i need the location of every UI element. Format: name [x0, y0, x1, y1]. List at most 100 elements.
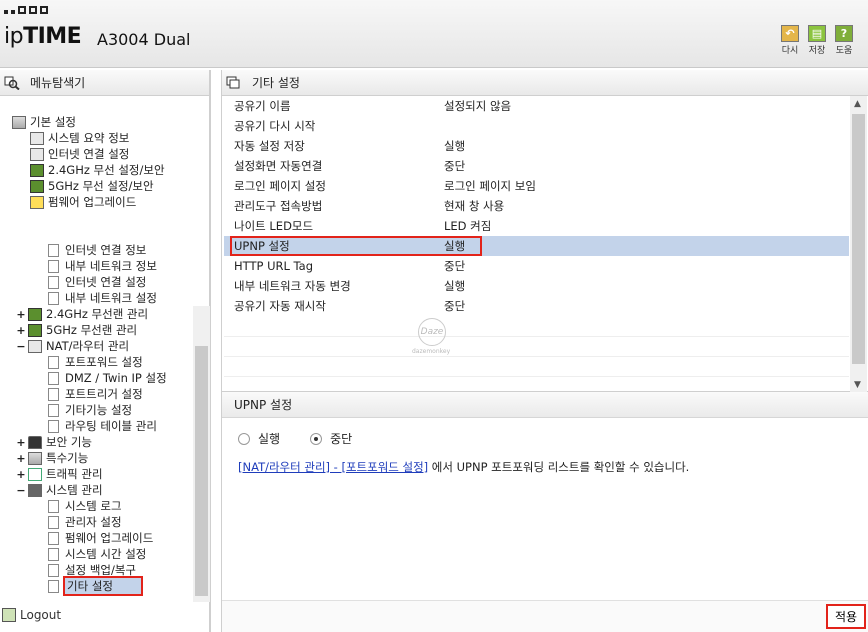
menu-backup-restore[interactable]: 설정 백업/복구: [48, 562, 136, 578]
menu-firmware-upgrade-2[interactable]: 펌웨어 업그레이드: [48, 530, 153, 546]
setting-row[interactable]: 자동 설정 저장 실행: [224, 136, 849, 156]
menu-misc-functions[interactable]: 기타기능 설정: [48, 402, 132, 418]
expand-icon[interactable]: +: [16, 468, 26, 481]
setting-value: 중단: [444, 259, 466, 273]
menu-system-time[interactable]: 시스템 시간 설정: [48, 546, 146, 562]
upnp-off-radio[interactable]: 중단: [310, 430, 352, 447]
menu-system-summary[interactable]: 시스템 요약 정보: [30, 130, 129, 146]
setting-key: 공유기 다시 시작: [234, 119, 316, 133]
upnp-on-radio[interactable]: 실행: [238, 430, 280, 447]
setting-row[interactable]: 나이트 LED모드 LED 켜짐: [224, 216, 849, 236]
logo-mark: [4, 6, 48, 14]
undo-button[interactable]: ↶ 다시: [778, 25, 802, 56]
radio-dot[interactable]: [238, 432, 250, 445]
doc-icon: [48, 355, 59, 369]
undo-icon: ↶: [781, 25, 799, 42]
setting-row[interactable]: 공유기 이름 설정되지 않음: [224, 96, 849, 116]
menu-label: 기타기능 설정: [65, 403, 133, 417]
save-button[interactable]: ▤ 저장: [805, 25, 829, 56]
menu-wifi5-setup[interactable]: 5GHz 무선 설정/보안: [30, 178, 154, 194]
menu-label: 내부 네트워크 설정: [65, 291, 157, 305]
expand-icon[interactable]: +: [16, 308, 26, 321]
menu-label: 5GHz 무선랜 관리: [46, 323, 138, 337]
menu-label: 인터넷 연결 정보: [65, 243, 147, 257]
menu-label: 시스템 관리: [46, 483, 103, 497]
monitor-icon: [30, 131, 44, 145]
menu-misc-settings[interactable]: 기타 설정: [48, 576, 143, 596]
watermark-label: dazemonkey: [412, 348, 451, 355]
menu-label: 포트트리거 설정: [65, 387, 143, 401]
logout-link[interactable]: Logout: [2, 608, 61, 622]
menu-label: 펌웨어 업그레이드: [48, 195, 137, 209]
expand-icon[interactable]: +: [16, 436, 26, 449]
setting-row[interactable]: 내부 네트워크 자동 변경 실행: [224, 276, 849, 296]
menu-label: 기본 설정: [30, 115, 76, 129]
menu-label: 특수기능: [46, 451, 89, 465]
menu-port-forward[interactable]: 포트포워드 설정: [48, 354, 143, 370]
menu-wifi24-manage[interactable]: +2.4GHz 무선랜 관리: [16, 306, 148, 322]
logout-icon: [2, 608, 16, 622]
expand-icon[interactable]: +: [16, 324, 26, 337]
setting-key: HTTP URL Tag: [234, 259, 314, 273]
setting-row[interactable]: 관리도구 접속방법 현재 창 사용: [224, 196, 849, 216]
menu-routing-table[interactable]: 라우팅 테이블 관리: [48, 418, 157, 434]
menu-firmware-upgrade[interactable]: 펌웨어 업그레이드: [30, 194, 136, 210]
content-title: 기타 설정: [222, 70, 868, 96]
settings-scrollbar[interactable]: ▲ ▼: [850, 96, 867, 392]
menu-internet-config[interactable]: 인터넷 연결 설정: [48, 274, 146, 290]
expand-icon[interactable]: +: [16, 452, 26, 465]
menu-admin-settings[interactable]: 관리자 설정: [48, 514, 122, 530]
scroll-down-icon[interactable]: ▼: [854, 380, 861, 390]
menu-internet-info[interactable]: 인터넷 연결 정보: [48, 242, 146, 258]
menu-nat-router[interactable]: − NAT/라우터 관리: [16, 338, 129, 354]
radio-label: 중단: [330, 432, 353, 446]
menu-label: 2.4GHz 무선 설정/보안: [48, 163, 165, 177]
setting-row[interactable]: 설정화면 자동연결 중단: [224, 156, 849, 176]
help-button[interactable]: ? 도움: [832, 25, 856, 56]
menu-special[interactable]: + 특수기능: [16, 450, 88, 466]
radio-label: 실행: [258, 432, 281, 446]
menu-wifi5-manage[interactable]: +5GHz 무선랜 관리: [16, 322, 137, 338]
apply-button[interactable]: 적용: [826, 604, 866, 629]
setting-key: 공유기 이름: [234, 99, 291, 113]
menu-label: 시스템 시간 설정: [65, 547, 147, 561]
setting-row[interactable]: 로그인 페이지 설정 로그인 페이지 보임: [224, 176, 849, 196]
menu-traffic[interactable]: + 트래픽 관리: [16, 466, 102, 482]
help-label: 도움: [835, 46, 853, 56]
menu-security[interactable]: + 보안 기능: [16, 434, 92, 450]
doc-icon: [48, 563, 59, 577]
menu-port-trigger[interactable]: 포트트리거 설정: [48, 386, 143, 402]
scroll-thumb[interactable]: [195, 346, 208, 596]
menu-dmz-twinip[interactable]: DMZ / Twin IP 설정: [48, 370, 167, 386]
scroll-up-icon[interactable]: ▲: [854, 99, 861, 109]
menu-label: 시스템 로그: [65, 499, 122, 513]
doc-icon: [48, 275, 59, 289]
doc-icon: [48, 515, 59, 529]
undo-label: 다시: [781, 46, 799, 56]
menu-label: 관리자 설정: [65, 515, 122, 529]
setting-value: 중단: [444, 299, 466, 313]
setting-value: LED 켜짐: [444, 219, 492, 233]
setting-value: 실행: [444, 279, 466, 293]
scroll-thumb[interactable]: [852, 114, 865, 364]
menu-system-manage[interactable]: − 시스템 관리: [16, 482, 103, 498]
menu-lan-info[interactable]: 내부 네트워크 정보: [48, 258, 157, 274]
setting-key: 관리도구 접속방법: [234, 199, 323, 213]
menu-system-log[interactable]: 시스템 로그: [48, 498, 122, 514]
setting-row[interactable]: HTTP URL Tag 중단: [224, 256, 849, 276]
menu-lan-config[interactable]: 내부 네트워크 설정: [48, 290, 157, 306]
menu-internet-setup[interactable]: 인터넷 연결 설정: [30, 146, 129, 162]
menu-basic-settings[interactable]: 기본 설정: [12, 114, 76, 130]
setting-key: 공유기 자동 재시작: [234, 299, 326, 313]
setting-row[interactable]: 공유기 다시 시작: [224, 116, 849, 136]
sidebar-scrollbar[interactable]: [193, 306, 210, 602]
footer-bar: 적용: [222, 600, 868, 632]
radio-dot-checked[interactable]: [310, 432, 323, 445]
port-forward-link[interactable]: [NAT/라우터 관리] - [포트포워드 설정]: [238, 460, 428, 474]
doc-icon: [48, 547, 59, 561]
collapse-icon[interactable]: −: [16, 340, 26, 353]
menu-wifi24-setup[interactable]: 2.4GHz 무선 설정/보안: [30, 162, 165, 178]
router-icon: [28, 339, 42, 353]
setting-row[interactable]: 공유기 자동 재시작 중단: [224, 296, 849, 316]
collapse-icon[interactable]: −: [16, 484, 26, 497]
